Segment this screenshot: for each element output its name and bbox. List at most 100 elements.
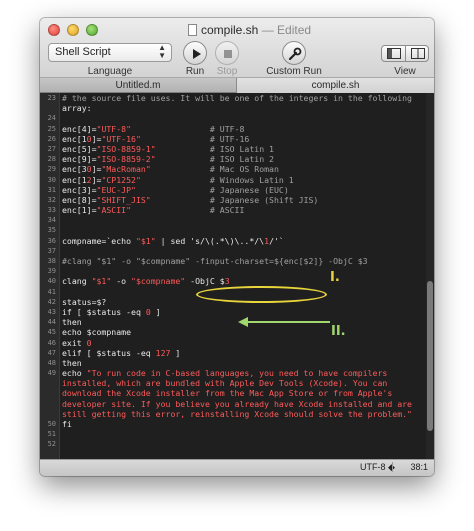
code-line: 38 #clang "$1" -o "$compname" -finput-cha… (40, 256, 424, 266)
line-number: 39 (47, 267, 56, 276)
code-line: developer site. If you believe you alrea… (40, 399, 424, 409)
line-number: 29 (47, 165, 56, 174)
code-text: then (62, 357, 82, 368)
code-text: #clang "$1" -o "$compname" -finput-chars… (62, 256, 368, 266)
minimize-window-button[interactable] (67, 24, 79, 36)
view-split-panel-button[interactable] (406, 46, 428, 61)
code-text: enc[5]="ISO-8859-1" # ISO Latin 1 (62, 143, 274, 154)
code-text: elif [ $status -eq 127 ] (62, 347, 181, 358)
code-text: array: (62, 103, 92, 114)
window-title-name: compile.sh (201, 23, 259, 37)
code-line: 49 echo "To run code in C-based languages… (40, 368, 424, 378)
annotation-label-1: I. (330, 270, 340, 285)
line-number: 24 (47, 114, 56, 123)
code-line: 36 compname=`echo "$1" | sed 's/\(.*\)\..… (40, 236, 424, 246)
line-number: 41 (47, 287, 56, 296)
line-number: 51 (47, 430, 56, 439)
code-editor[interactable]: 23 # the source file uses. It will be one… (40, 93, 434, 459)
code-line: installed, which are bundled with Apple … (40, 378, 424, 388)
scrollbar-thumb[interactable] (427, 281, 433, 431)
language-label: Language (87, 66, 133, 77)
code-text: enc[4]="UTF-8" # UTF-8 (62, 123, 245, 134)
code-line: 48 then (40, 358, 424, 368)
stop-button[interactable] (215, 41, 239, 65)
line-number: 48 (47, 358, 56, 367)
annotation-ellipse (196, 286, 327, 303)
line-number: 40 (47, 277, 56, 286)
close-window-button[interactable] (48, 24, 60, 36)
line-number: 31 (47, 185, 56, 194)
line-number: 42 (47, 297, 56, 306)
code-line: 23 # the source file uses. It will be one… (40, 93, 424, 103)
editor-window: compile.sh — Edited Shell Script ▲ ▼ Lang… (40, 18, 434, 476)
line-number: 45 (47, 328, 56, 337)
code-line: download the Xcode installer from the Ma… (40, 388, 424, 398)
line-number: 44 (47, 318, 56, 327)
code-line: 26 enc[10]="UTF-16" # UTF-16 (40, 134, 424, 144)
stop-label: Stop (216, 66, 238, 77)
annotation-label-2: II. (331, 324, 346, 339)
tab-untitled-m[interactable]: Untitled.m (40, 78, 237, 93)
code-text: enc[12]="CP1252" # Windows Latin 1 (62, 174, 294, 185)
annotation-arrow (238, 317, 330, 327)
line-number: 50 (47, 420, 56, 428)
code-text: download the Xcode installer from the Ma… (62, 388, 393, 399)
code-line: still getting this error, reinstalling X… (40, 409, 424, 419)
code-line: 40 clang "$1" -o "$compname" -ObjC $3 (40, 276, 424, 286)
code-line: 32 enc[8]="SHIFT_JIS" # Japanese (Shift J… (40, 195, 424, 205)
play-icon (193, 49, 201, 59)
code-line: 46 exit 0 (40, 338, 424, 348)
code-line: 34 (40, 215, 424, 225)
code-line: 52 (40, 439, 424, 449)
code-line: 33 enc[1]="ASCII" # ASCII (40, 205, 424, 215)
custom-run-button[interactable] (282, 41, 306, 65)
line-number: 34 (47, 216, 56, 225)
tab-bar: Untitled.m compile.sh (40, 78, 434, 93)
view-left-panel-button[interactable] (382, 46, 406, 61)
language-select[interactable]: Shell Script ▲ ▼ (48, 43, 172, 62)
line-number: 25 (47, 124, 56, 133)
code-text: enc[10]="UTF-16" # UTF-16 (62, 133, 250, 144)
code-line: 35 (40, 225, 424, 235)
wrench-icon (288, 47, 302, 61)
code-text: enc[9]="ISO-8859-2" # ISO Latin 2 (62, 154, 274, 165)
status-bar: UTF-8 ◆ 38:1 (40, 459, 434, 476)
line-number: 38 (47, 257, 56, 265)
view-segmented-control (381, 45, 429, 62)
line-number: 49 (47, 369, 56, 378)
document-icon[interactable] (188, 24, 197, 36)
line-number: 46 (47, 338, 56, 347)
code-line: 30 enc[12]="CP1252" # Windows Latin 1 (40, 175, 424, 185)
code-line: 37 (40, 246, 424, 256)
code-line: 45 echo $compname (40, 327, 424, 337)
code-line: 44 then (40, 317, 424, 327)
line-number: 33 (47, 206, 56, 215)
line-number: 52 (47, 440, 56, 449)
code-line: 47 elif [ $status -eq 127 ] (40, 348, 424, 358)
code-text: then (62, 317, 82, 328)
code-line: 27 enc[5]="ISO-8859-1" # ISO Latin 1 (40, 144, 424, 154)
stop-icon (224, 50, 232, 58)
zoom-window-button[interactable] (86, 24, 98, 36)
code-line: 50 fi (40, 419, 424, 429)
line-number: 32 (47, 195, 56, 204)
code-text: enc[30]="MacRoman" # Mac OS Roman (62, 164, 279, 175)
line-number: 47 (47, 348, 56, 357)
line-number: 28 (47, 155, 56, 164)
edited-indicator: — Edited (261, 23, 312, 37)
run-button[interactable] (183, 41, 207, 65)
code-text: still getting this error, reinstalling X… (62, 408, 412, 419)
encoding-selector[interactable]: UTF-8 ◆ (360, 462, 395, 473)
code-line: 31 enc[3]="EUC-JP" # Japanese (EUC) (40, 185, 424, 195)
split-panel-icon (411, 48, 425, 59)
line-number: 43 (47, 307, 56, 316)
view-label: View (394, 66, 416, 77)
code-text: exit 0 (62, 337, 92, 348)
code-text: enc[3]="EUC-JP" # Japanese (EUC) (62, 184, 289, 195)
line-number: 35 (47, 226, 56, 235)
select-arrows-icon: ▲ ▼ (158, 43, 166, 60)
window-title: compile.sh — Edited (201, 23, 311, 37)
tab-compile-sh[interactable]: compile.sh (237, 78, 434, 93)
code-lines: 23 # the source file uses. It will be one… (40, 93, 424, 450)
code-text: # the source file uses. It will be one o… (62, 93, 412, 103)
